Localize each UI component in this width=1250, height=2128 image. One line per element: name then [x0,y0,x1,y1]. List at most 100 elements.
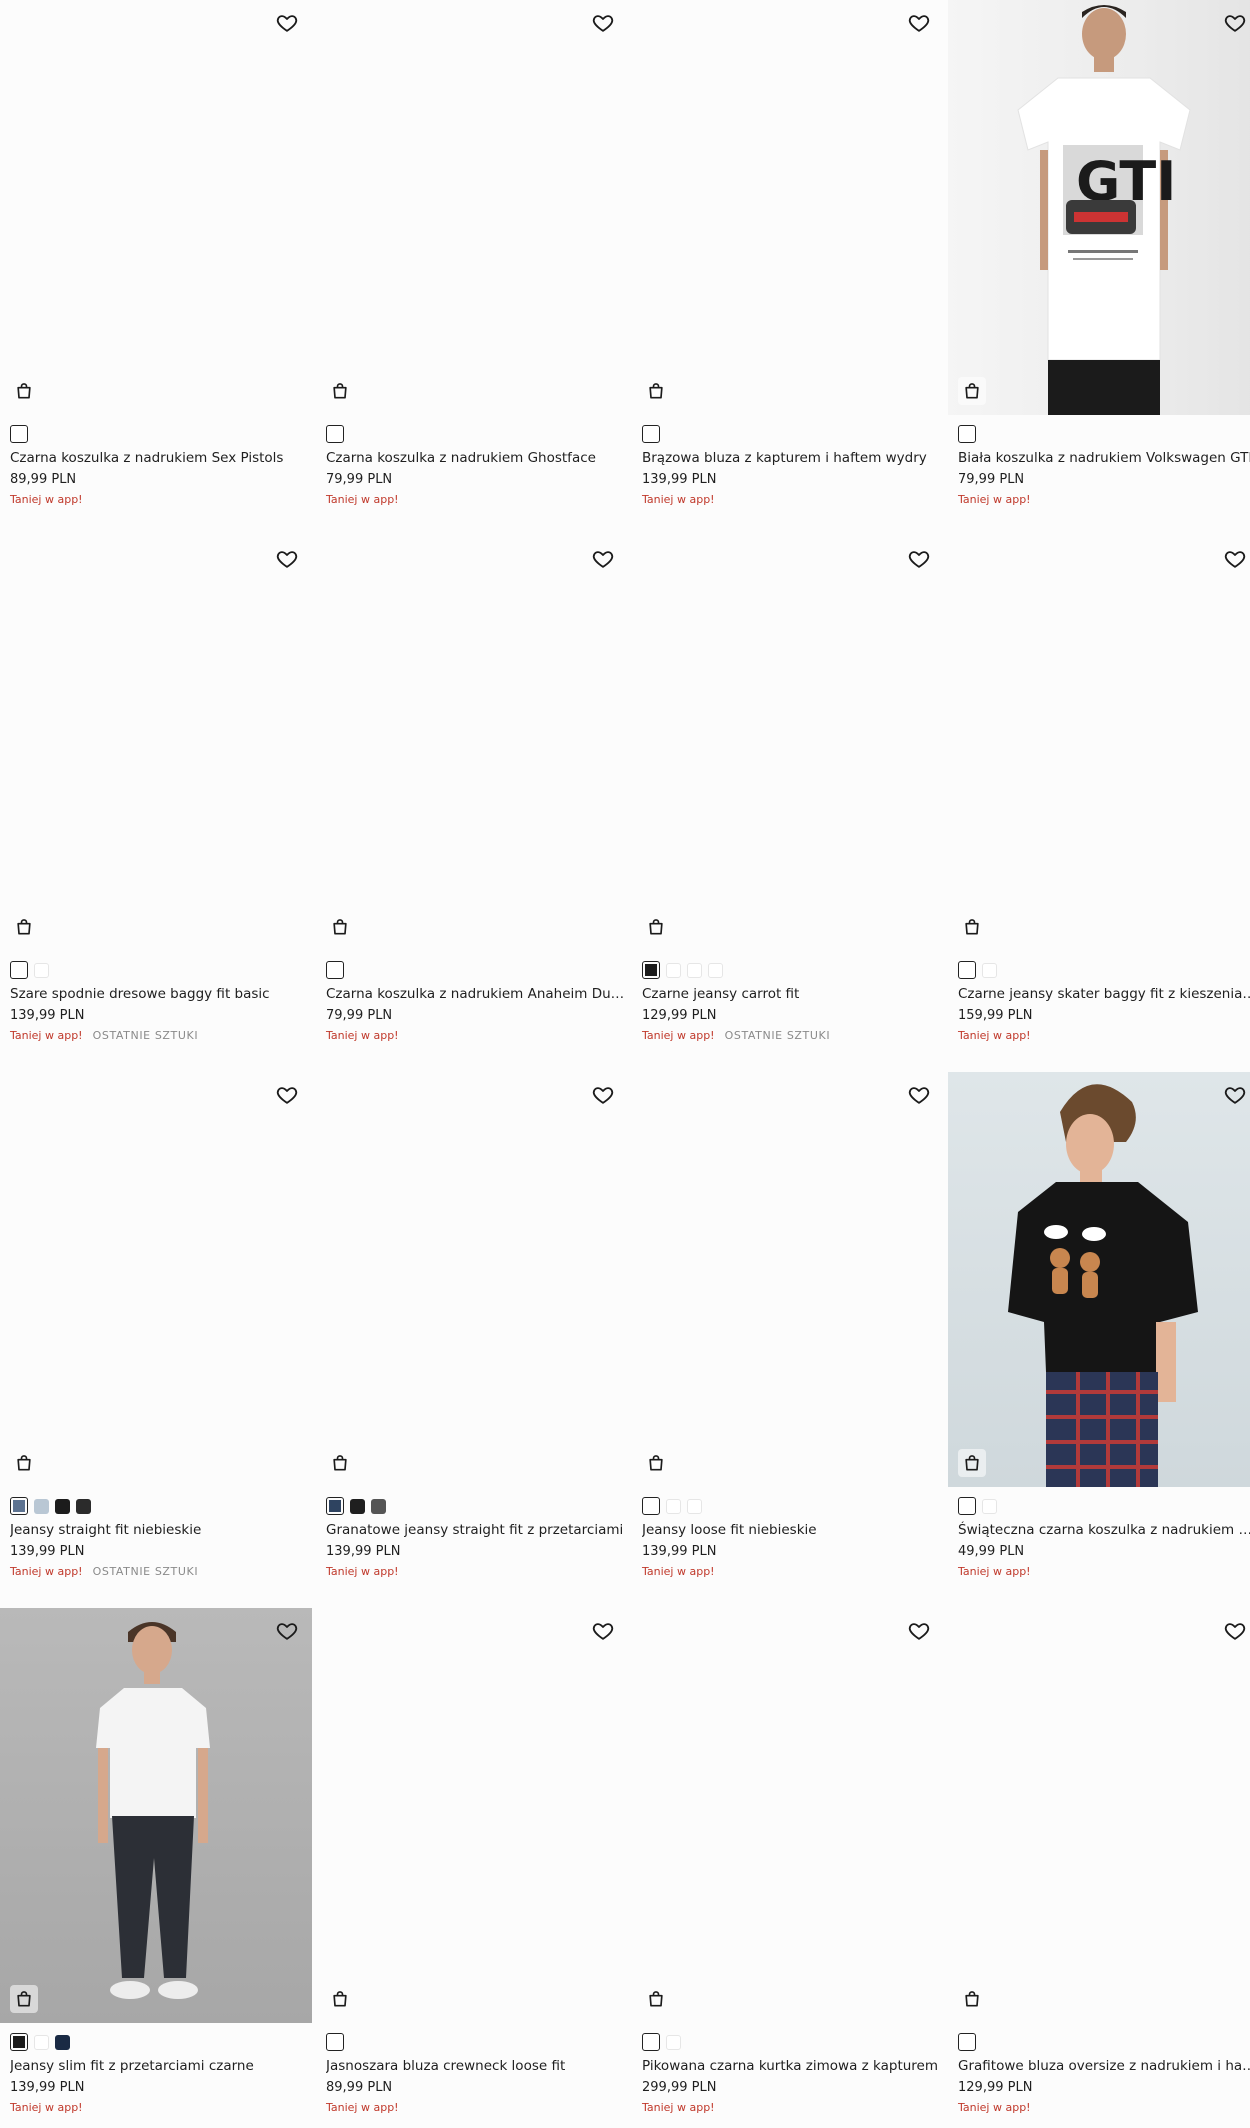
product-image[interactable] [948,1072,1250,1487]
heart-icon[interactable] [1222,1082,1248,1108]
color-swatch[interactable] [642,961,660,979]
product-image[interactable] [632,0,944,415]
color-swatch[interactable] [76,1498,91,1514]
product-image[interactable] [316,1608,628,2023]
color-swatch[interactable] [326,961,344,979]
color-swatch[interactable] [350,1498,365,1514]
color-swatch[interactable] [55,2034,70,2050]
product-name[interactable]: Biała koszulka z nadrukiem Volkswagen GT… [958,449,1250,467]
shopping-bag-icon[interactable] [10,913,38,941]
product-name[interactable]: Brązowa bluza z kapturem i haftem wydry [642,449,942,467]
product-image[interactable] [632,1072,944,1487]
heart-icon[interactable] [1222,546,1248,572]
product-image[interactable] [0,0,312,415]
shopping-bag-icon[interactable] [326,913,354,941]
color-swatch[interactable] [10,1497,28,1515]
color-swatch[interactable] [642,425,660,443]
product-name[interactable]: Czarna koszulka z nadrukiem Sex Pistols [10,449,310,467]
shopping-bag-icon[interactable] [10,377,38,405]
product-name[interactable]: Świąteczna czarna koszulka z nadrukiem p… [958,1521,1250,1539]
product-card[interactable]: Brązowa bluza z kapturem i haftem wydry 1… [632,0,944,536]
color-swatch[interactable] [708,962,723,978]
heart-icon[interactable] [590,1618,616,1644]
heart-icon[interactable] [906,10,932,36]
color-swatch[interactable] [958,1497,976,1515]
color-swatch[interactable] [666,2034,681,2050]
color-swatch[interactable] [34,1498,49,1514]
product-card[interactable]: Szare spodnie dresowe baggy fit basic 139… [0,536,312,1072]
shopping-bag-icon[interactable] [958,377,986,405]
product-image[interactable] [0,1608,312,2023]
color-swatch[interactable] [958,2033,976,2051]
color-swatch[interactable] [982,1498,997,1514]
color-swatch[interactable] [687,1498,702,1514]
shopping-bag-icon[interactable] [326,377,354,405]
product-card[interactable]: Jeansy loose fit niebieskie 139,99 PLN Tan… [632,1072,944,1608]
product-image[interactable] [316,536,628,951]
product-name[interactable]: Jasnoszara bluza crewneck loose fit [326,2057,626,2075]
product-name[interactable]: Pikowana czarna kurtka zimowa z kapturem [642,2057,942,2075]
color-swatch[interactable] [642,1497,660,1515]
heart-icon[interactable] [274,1618,300,1644]
product-card[interactable]: Czarna koszulka z nadrukiem Ghostface 79,… [316,0,628,536]
product-name[interactable]: Grafitowe bluza oversize z nadrukiem i h… [958,2057,1250,2075]
shopping-bag-icon[interactable] [958,1985,986,2013]
product-card[interactable]: Czarna koszulka z nadrukiem Sex Pistols 8… [0,0,312,536]
color-swatch[interactable] [642,2033,660,2051]
color-swatch[interactable] [10,2033,28,2051]
shopping-bag-icon[interactable] [10,1449,38,1477]
heart-icon[interactable] [1222,10,1248,36]
shopping-bag-icon[interactable] [326,1449,354,1477]
product-name[interactable]: Czarne jeansy carrot fit [642,985,942,1003]
product-image[interactable] [948,536,1250,951]
shopping-bag-icon[interactable] [642,377,670,405]
product-image[interactable]: GTI [948,0,1250,415]
product-card[interactable]: Pikowana czarna kurtka zimowa z kapturem… [632,1608,944,2128]
shopping-bag-icon[interactable] [326,1985,354,2013]
product-card[interactable]: Jeansy straight fit niebieskie 139,99 PLN… [0,1072,312,1608]
product-image[interactable] [0,1072,312,1487]
heart-icon[interactable] [274,10,300,36]
color-swatch[interactable] [10,425,28,443]
shopping-bag-icon[interactable] [10,1985,38,2013]
color-swatch[interactable] [326,2033,344,2051]
color-swatch[interactable] [10,961,28,979]
product-card[interactable]: Grafitowe bluza oversize z nadrukiem i h… [948,1608,1250,2128]
heart-icon[interactable] [590,1082,616,1108]
color-swatch[interactable] [687,962,702,978]
color-swatch[interactable] [55,1498,70,1514]
color-swatch[interactable] [958,425,976,443]
product-name[interactable]: Czarna koszulka z nadrukiem Ghostface [326,449,626,467]
heart-icon[interactable] [590,546,616,572]
heart-icon[interactable] [906,546,932,572]
product-name[interactable]: Granatowe jeansy straight fit z przetarc… [326,1521,626,1539]
heart-icon[interactable] [274,546,300,572]
shopping-bag-icon[interactable] [642,913,670,941]
shopping-bag-icon[interactable] [958,1449,986,1477]
product-name[interactable]: Szare spodnie dresowe baggy fit basic [10,985,310,1003]
product-card[interactable]: Jasnoszara bluza crewneck loose fit 89,99… [316,1608,628,2128]
color-swatch[interactable] [371,1498,386,1514]
color-swatch[interactable] [34,2034,49,2050]
heart-icon[interactable] [906,1082,932,1108]
product-image[interactable] [316,1072,628,1487]
color-swatch[interactable] [958,961,976,979]
product-card[interactable]: Jeansy slim fit z przetarciami czarne 139… [0,1608,312,2128]
shopping-bag-icon[interactable] [642,1449,670,1477]
product-name[interactable]: Jeansy slim fit z przetarciami czarne [10,2057,310,2075]
color-swatch[interactable] [34,962,49,978]
color-swatch[interactable] [982,962,997,978]
product-name[interactable]: Jeansy loose fit niebieskie [642,1521,942,1539]
product-card[interactable]: GTI Biała koszulka z nadrukiem Volkswage… [948,0,1250,536]
product-card[interactable]: Czarna koszulka z nadrukiem Anaheim Duck… [316,536,628,1072]
color-swatch[interactable] [666,962,681,978]
product-name[interactable]: Jeansy straight fit niebieskie [10,1521,310,1539]
heart-icon[interactable] [906,1618,932,1644]
heart-icon[interactable] [590,10,616,36]
color-swatch[interactable] [326,1497,344,1515]
shopping-bag-icon[interactable] [642,1985,670,2013]
product-card[interactable]: Świąteczna czarna koszulka z nadrukiem p… [948,1072,1250,1608]
color-swatch[interactable] [666,1498,681,1514]
product-name[interactable]: Czarne jeansy skater baggy fit z kieszen… [958,985,1250,1003]
product-image[interactable] [948,1608,1250,2023]
